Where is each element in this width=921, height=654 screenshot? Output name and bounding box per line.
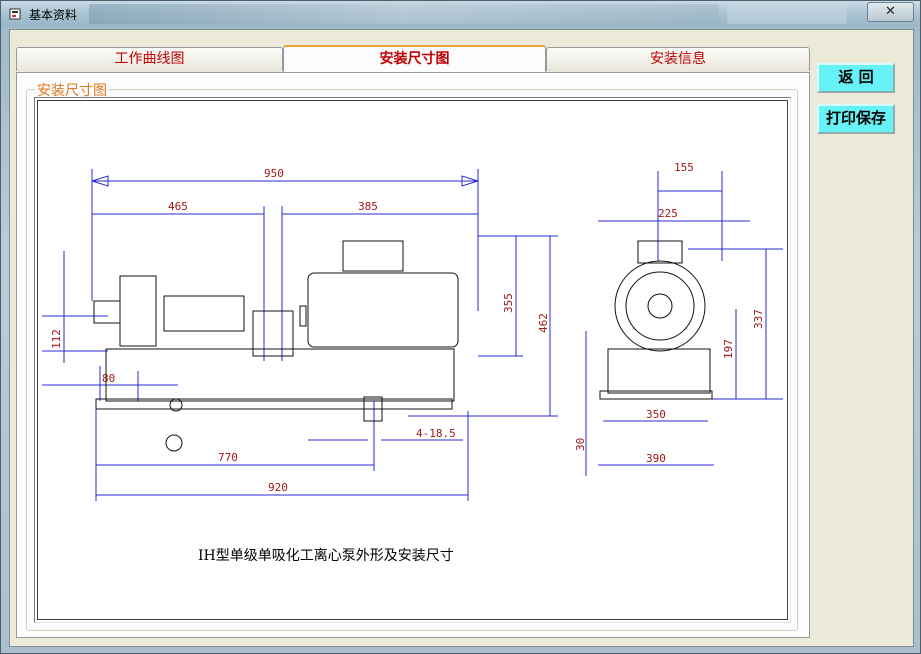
dim-465: 465 <box>168 200 188 213</box>
title-background-blur <box>89 4 719 24</box>
print-save-button-label: 打印保存 <box>825 109 886 127</box>
dimension-labels: 950 465 385 355 462 112 80 770 920 4-18.… <box>50 161 765 494</box>
main-window: 基本资料 ✕ 工作曲线图 安装尺寸图 安装信息 安装尺寸图 950 465 38… <box>0 0 921 654</box>
app-icon <box>9 8 21 20</box>
dim-30: 30 <box>574 438 587 451</box>
tab-install-info-label: 安装信息 <box>650 51 706 67</box>
dim-155: 155 <box>674 161 694 174</box>
drawing-frame: 950 465 385 355 462 112 80 770 920 4-18.… <box>34 97 791 623</box>
dim-112: 112 <box>50 329 63 349</box>
dim-390: 390 <box>646 452 666 465</box>
window-title: 基本资料 <box>29 8 78 22</box>
back-button-label: 返 回 <box>838 68 874 86</box>
back-button[interactable]: 返 回 <box>817 63 895 93</box>
tab-work-curve-label: 工作曲线图 <box>114 51 185 67</box>
client-area: 工作曲线图 安装尺寸图 安装信息 安装尺寸图 950 465 385 355 4… <box>9 29 914 647</box>
tab-strip: 工作曲线图 安装尺寸图 安装信息 <box>16 45 810 73</box>
pump-side-view <box>599 240 713 400</box>
dim-225: 225 <box>658 207 678 220</box>
dim-80: 80 <box>102 372 115 385</box>
close-icon: ✕ <box>885 4 896 19</box>
dim-4-18.5: 4-18.5 <box>416 427 456 440</box>
title-background-blur-right <box>727 4 847 24</box>
tab-install-dimensions-label: 安装尺寸图 <box>379 51 450 67</box>
dim-355: 355 <box>502 293 515 313</box>
dim-950: 950 <box>264 167 284 180</box>
close-button[interactable]: ✕ <box>867 2 914 22</box>
dim-462: 462 <box>537 313 550 333</box>
dim-197: 197 <box>722 339 735 359</box>
drawing-caption: IH型单级单吸化工离心泵外形及安装尺寸 <box>198 548 454 564</box>
dim-920: 920 <box>268 481 288 494</box>
print-save-button[interactable]: 打印保存 <box>817 104 895 134</box>
title-bar: 基本资料 ✕ <box>1 1 920 27</box>
dim-350: 350 <box>646 408 666 421</box>
pump-front-view <box>93 240 459 452</box>
pump-dimension-drawing: 950 465 385 355 462 112 80 770 920 4-18.… <box>42 161 783 501</box>
tab-install-info[interactable]: 安装信息 <box>546 47 810 71</box>
tab-panel: 安装尺寸图 950 465 385 355 462 112 80 770 920… <box>16 72 810 638</box>
dim-770: 770 <box>218 451 238 464</box>
drawing-canvas: 950 465 385 355 462 112 80 770 920 4-18.… <box>37 100 788 620</box>
tab-work-curve[interactable]: 工作曲线图 <box>16 47 283 71</box>
dim-385: 385 <box>358 200 378 213</box>
dim-337: 337 <box>752 309 765 329</box>
tab-install-dimensions[interactable]: 安装尺寸图 <box>283 45 546 72</box>
